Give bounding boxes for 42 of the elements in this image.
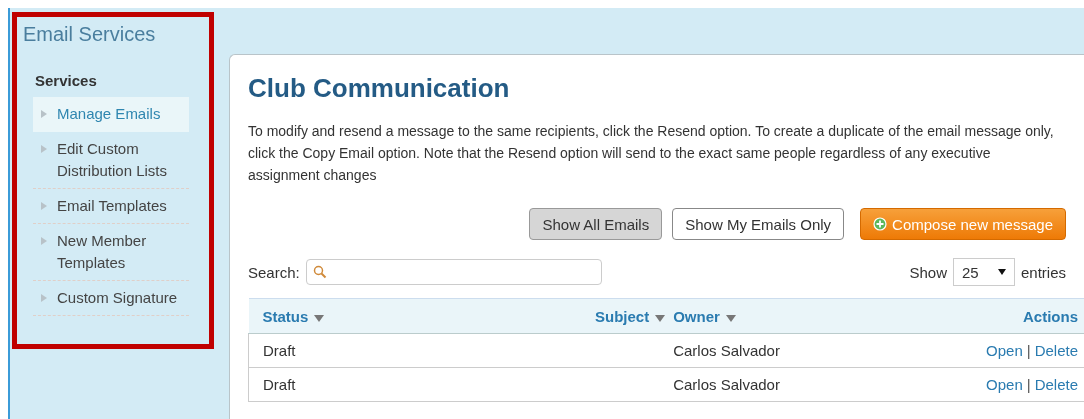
table-cell: Carlos Salvador (671, 333, 888, 368)
page-title: Club Communication (248, 73, 511, 104)
caret-icon (997, 269, 1006, 275)
action-link[interactable]: Open (986, 376, 1023, 393)
action-link[interactable]: Delete (1034, 376, 1078, 393)
table-cell: Draft (248, 367, 594, 402)
plus-icon (873, 217, 888, 231)
separator: | (1026, 342, 1031, 359)
compose-button[interactable]: Compose new message (860, 208, 1066, 240)
column-header[interactable]: Status (248, 298, 594, 334)
column-header[interactable]: Actions (887, 298, 1084, 334)
bullet-icon (41, 294, 47, 302)
sort-icon (655, 314, 666, 322)
sidebar-item[interactable]: Custom Signature (33, 281, 189, 316)
sidebar-item[interactable]: New Member Templates (33, 224, 189, 281)
column-header[interactable]: Subject (594, 298, 672, 334)
separator: | (1026, 376, 1031, 393)
search-label: Search: (248, 263, 300, 281)
bullet-icon (41, 145, 47, 153)
show-label: Show (909, 263, 947, 281)
section-heading: Services (34, 72, 98, 89)
entries-label: entries (1020, 263, 1066, 281)
filter-button[interactable]: Show All Emails (529, 208, 663, 240)
sidebar-item[interactable]: Edit Custom Distribution Lists (33, 132, 189, 189)
bullet-icon (41, 202, 47, 210)
sidebar-item[interactable]: Manage Emails (33, 97, 189, 132)
table-cell: Draft (248, 333, 594, 368)
sidebar-item[interactable]: Email Templates (33, 189, 189, 224)
description-text: To modify and resend a message to the same recipients, click the Resend option. To create a duplicate of the email message only, click the Copy Email option. Note that the Resend option will send to the exact same people regardless of any executive assignment changes (248, 122, 1055, 185)
sidebar-title: Email Services (23, 23, 157, 46)
action-link[interactable]: Delete (1034, 342, 1078, 359)
filter-button[interactable]: Show My Emails Only (672, 208, 845, 240)
search-icon (312, 265, 327, 279)
action-link[interactable]: Open (986, 342, 1023, 359)
sort-icon (725, 314, 736, 322)
bullet-icon (41, 237, 47, 245)
page-size-select[interactable]: 25 (952, 258, 1015, 286)
sort-icon (314, 314, 325, 322)
search-field[interactable] (305, 259, 602, 285)
table-cell: Carlos Salvador (671, 367, 888, 402)
column-header[interactable]: Owner (671, 298, 888, 334)
bullet-icon (41, 110, 47, 118)
